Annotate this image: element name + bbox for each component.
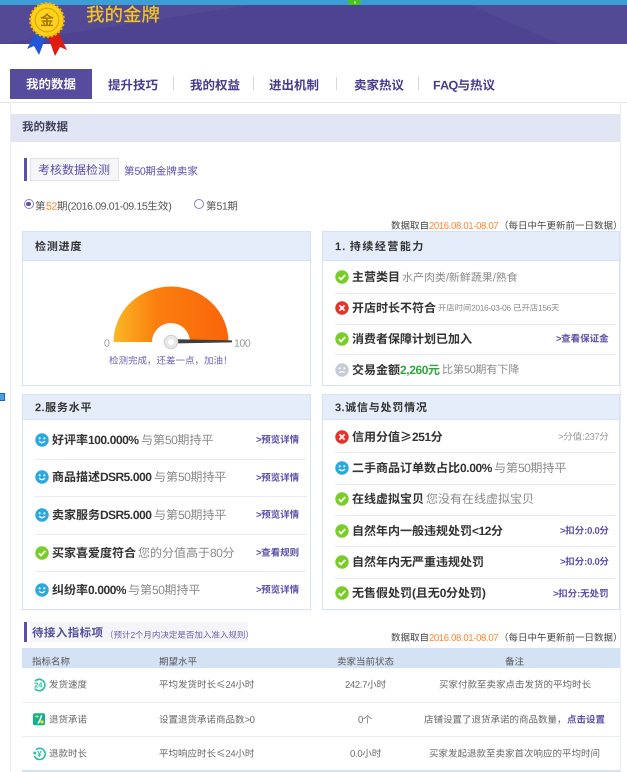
svg-text:¥: ¥: [37, 750, 42, 759]
svg-text:24: 24: [34, 680, 43, 689]
